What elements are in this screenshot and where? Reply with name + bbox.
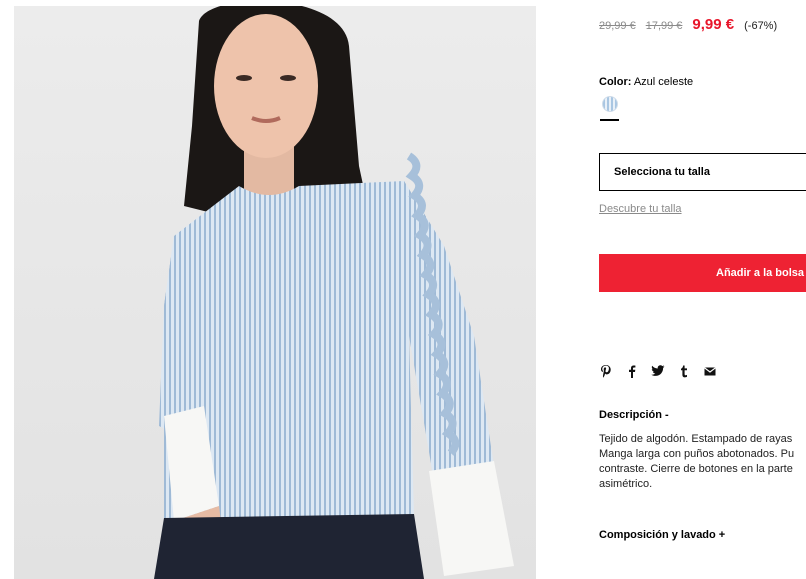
description-line: Manga larga con puños abotonados. Pu bbox=[599, 448, 795, 460]
size-guide-link[interactable]: Descubre tu talla bbox=[599, 203, 682, 215]
description-line: Tejido de algodón. Estampado de rayas bbox=[599, 433, 793, 445]
size-select[interactable]: Selecciona tu talla bbox=[599, 153, 806, 191]
original-price: 29,99 € bbox=[599, 20, 636, 32]
color-value: Azul celeste bbox=[633, 76, 694, 88]
description-line: asimétrico. bbox=[599, 478, 653, 490]
tumblr-icon[interactable] bbox=[677, 364, 691, 378]
size-select-label: Selecciona tu talla bbox=[614, 166, 710, 178]
product-photo[interactable] bbox=[14, 6, 536, 579]
color-swatch-azul-celeste[interactable] bbox=[602, 96, 618, 112]
composition-toggle[interactable]: Composición y lavado + bbox=[599, 529, 725, 541]
share-bar bbox=[599, 364, 729, 378]
previous-price: 17,99 € bbox=[645, 20, 683, 32]
color-label: Color: bbox=[599, 76, 632, 88]
current-price: 9,99 € bbox=[692, 16, 735, 33]
pinterest-icon[interactable] bbox=[599, 364, 613, 378]
selected-swatch-indicator bbox=[600, 119, 619, 121]
price-row: 29,99 € 17,99 € 9,99 € (-67%) bbox=[599, 16, 777, 33]
twitter-icon[interactable] bbox=[651, 364, 665, 378]
facebook-icon[interactable] bbox=[625, 364, 639, 378]
description-line: contraste. Cierre de botones en la parte bbox=[599, 463, 793, 475]
add-to-bag-label: Añadir a la bolsa bbox=[716, 267, 805, 279]
add-to-bag-button[interactable]: Añadir a la bolsa bbox=[599, 254, 806, 292]
color-row: Color: Azul celeste bbox=[599, 76, 693, 88]
description-toggle[interactable]: Descripción - bbox=[599, 409, 669, 421]
product-photo-illustration bbox=[154, 6, 514, 579]
email-icon[interactable] bbox=[703, 364, 717, 378]
description-text: Tejido de algodón. Estampado de rayas Ma… bbox=[599, 432, 806, 492]
product-info-panel: 29,99 € 17,99 € 9,99 € (-67%) Color: Azu… bbox=[599, 0, 806, 579]
discount-percentage: (-67%) bbox=[744, 20, 778, 32]
